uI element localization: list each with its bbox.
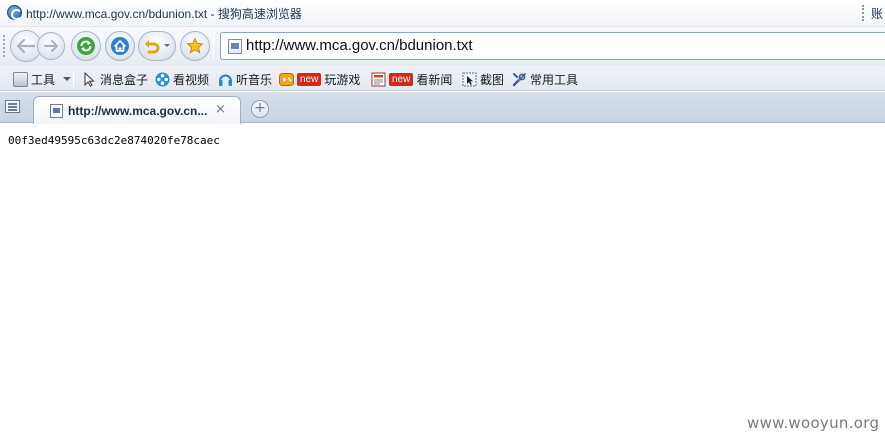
common-tools-button[interactable]: 常用工具 bbox=[512, 70, 578, 88]
window-title-separator: - bbox=[207, 7, 218, 21]
new-tab-button[interactable]: + bbox=[251, 100, 269, 118]
close-icon[interactable]: × bbox=[215, 102, 226, 118]
undo-close-tab-button[interactable] bbox=[138, 31, 176, 61]
arrow-right-icon bbox=[44, 40, 58, 52]
titlebar-grip bbox=[862, 5, 864, 21]
address-url[interactable]: http://www.mca.gov.cn/bdunion.txt bbox=[246, 37, 473, 54]
message-box-label: 消息盒子 bbox=[100, 72, 149, 87]
film-reel-icon bbox=[155, 72, 170, 86]
watermark: www.wooyun.org bbox=[747, 414, 880, 432]
toolbar-separator bbox=[213, 33, 214, 59]
toolbar-grip bbox=[3, 35, 5, 57]
watch-video-label: 看视频 bbox=[173, 72, 210, 87]
refresh-button[interactable] bbox=[71, 31, 101, 61]
tab-strip: http://www.mca.gov.cn... × + bbox=[0, 92, 885, 124]
page-favicon-icon bbox=[50, 104, 63, 118]
arrow-left-icon bbox=[17, 39, 35, 53]
sogou-browser-logo-icon bbox=[7, 5, 22, 20]
screenshot-label: 截图 bbox=[480, 72, 505, 87]
address-bar[interactable]: http://www.mca.gov.cn/bdunion.txt bbox=[220, 32, 885, 60]
wrench-icon bbox=[512, 72, 526, 86]
listen-music-label: 听音乐 bbox=[236, 72, 273, 87]
gamepad-icon bbox=[279, 72, 294, 86]
undo-icon bbox=[145, 40, 170, 54]
page-text: 00f3ed49595c63dc2e874020fe78caec bbox=[8, 134, 220, 147]
forward-button[interactable] bbox=[37, 32, 65, 60]
tab-title: http://www.mca.gov.cn... bbox=[68, 104, 208, 118]
window-title: http://www.mca.gov.cn/bdunion.txt - 搜狗高速… bbox=[26, 5, 302, 22]
tools-menu-label: 工具 bbox=[31, 72, 56, 87]
page-icon bbox=[228, 39, 242, 54]
home-button[interactable] bbox=[105, 31, 135, 61]
navigation-toolbar: http://www.mca.gov.cn/bdunion.txt bbox=[0, 27, 885, 66]
screenshot-button[interactable]: 截图 bbox=[462, 70, 504, 88]
read-news-button[interactable]: new 看新闻 bbox=[371, 70, 452, 88]
home-icon bbox=[111, 37, 129, 55]
refresh-icon bbox=[77, 37, 95, 55]
tab-active[interactable]: http://www.mca.gov.cn... × bbox=[33, 96, 241, 124]
play-games-button[interactable]: new 玩游戏 bbox=[279, 70, 360, 88]
tools-bar: 工具 消息盒子 看视频 听音乐 new 玩游戏 new 看新闻 截图 常用工具 bbox=[0, 66, 885, 91]
star-icon bbox=[186, 37, 204, 54]
play-games-label: 玩游戏 bbox=[324, 72, 361, 87]
new-badge: new bbox=[297, 72, 322, 86]
tools-menu-button[interactable]: 工具 bbox=[13, 70, 72, 88]
message-box-button[interactable]: 消息盒子 bbox=[82, 70, 148, 88]
screenshot-icon bbox=[462, 72, 477, 86]
tools-bar-separator bbox=[73, 71, 74, 87]
chevron-down-icon bbox=[63, 77, 72, 81]
favorites-button[interactable] bbox=[180, 31, 210, 61]
tab-list-icon[interactable] bbox=[5, 100, 20, 113]
headphones-icon bbox=[219, 74, 232, 86]
watch-video-button[interactable]: 看视频 bbox=[155, 70, 209, 88]
window-title-url: http://www.mca.gov.cn/bdunion.txt bbox=[26, 7, 208, 21]
page-content: 00f3ed49595c63dc2e874020fe78caec bbox=[0, 124, 885, 433]
toolbox-icon bbox=[13, 71, 28, 87]
window-title-app-name: 搜狗高速浏览器 bbox=[217, 7, 302, 21]
account-button[interactable]: 账 bbox=[871, 5, 883, 22]
title-bar: http://www.mca.gov.cn/bdunion.txt - 搜狗高速… bbox=[0, 0, 885, 27]
newspaper-icon bbox=[371, 72, 386, 86]
new-badge: new bbox=[389, 72, 414, 86]
common-tools-label: 常用工具 bbox=[530, 72, 579, 87]
listen-music-button[interactable]: 听音乐 bbox=[218, 70, 272, 88]
cursor-icon bbox=[84, 71, 95, 87]
read-news-label: 看新闻 bbox=[416, 72, 453, 87]
